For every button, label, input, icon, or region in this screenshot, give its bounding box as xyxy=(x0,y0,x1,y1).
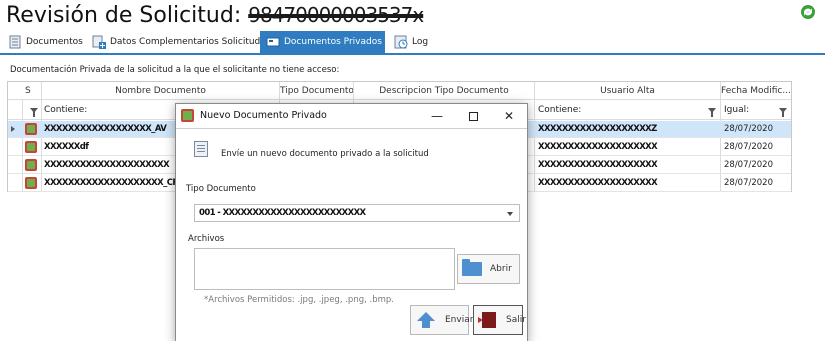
tipo-documento-value: 001 - XXXXXXXXXXXXXXXXXXXXXXXX xyxy=(199,208,366,218)
cell-fecha: 28/07/2020 xyxy=(724,160,773,170)
close-button[interactable]: ✕ xyxy=(494,106,524,126)
exit-door-icon xyxy=(478,312,496,328)
enviar-label: Enviar xyxy=(445,315,474,325)
app-icon xyxy=(25,159,37,171)
tab-underline xyxy=(0,53,825,55)
cell-fecha: 28/07/2020 xyxy=(724,178,773,188)
page-title-prefix: Revisión de Solicitud: xyxy=(6,3,242,28)
dialog-title: Nuevo Documento Privado xyxy=(200,110,327,121)
filter-funnel-icon[interactable] xyxy=(30,101,38,119)
tab-bar: Documentos Datos Complementarios Solicit… xyxy=(0,31,825,53)
page-title: Revisión de Solicitud: 98470000003537x xyxy=(6,1,424,30)
column-header-s[interactable]: S xyxy=(8,82,41,100)
app-icon xyxy=(25,123,37,135)
request-code: 98470000003537x xyxy=(248,3,424,27)
filter-usuario-funnel-icon[interactable] xyxy=(708,101,716,119)
tab-label: Documentos Privados xyxy=(284,37,382,47)
salir-button[interactable]: Salir xyxy=(473,305,526,335)
app-icon xyxy=(25,141,37,153)
filter-fecha-funnel-icon[interactable] xyxy=(779,101,787,119)
divider xyxy=(176,128,527,129)
document-list-icon xyxy=(9,35,21,49)
cell-fecha: 28/07/2020 xyxy=(724,124,773,134)
column-header-usuario[interactable]: Usuario Alta xyxy=(535,82,720,100)
folder-icon xyxy=(462,259,482,276)
column-header-nombre[interactable]: Nombre Documento xyxy=(42,82,279,100)
tab-label: Datos Complementarios Solicitud xyxy=(110,37,261,47)
tab-label: Documentos xyxy=(26,37,83,47)
document-add-icon xyxy=(92,35,106,49)
cell-usuario: XXXXXXXXXXXXXXXXXXXX xyxy=(538,160,658,170)
tipo-documento-select[interactable]: 001 - XXXXXXXXXXXXXXXXXXXXXXXX xyxy=(194,204,520,222)
tipo-documento-label: Tipo Documento xyxy=(186,184,256,194)
tab-datos-complementarios[interactable]: Datos Complementarios Solicitud xyxy=(86,31,266,53)
filter-fecha[interactable]: Igual: xyxy=(724,101,749,119)
upload-arrow-icon xyxy=(417,311,435,328)
cell-usuario: XXXXXXXXXXXXXXXXXXXZ xyxy=(538,124,657,134)
new-private-document-dialog: Nuevo Documento Privado — ✕ Envíe un nue… xyxy=(175,103,528,341)
abrir-button[interactable]: Abrir xyxy=(457,254,520,284)
tab-documentos-privados[interactable]: Documentos Privados xyxy=(260,31,385,53)
filter-nombre[interactable]: Contiene: xyxy=(44,101,87,119)
tab-label: Log xyxy=(412,37,429,47)
chevron-down-icon xyxy=(507,212,513,216)
enviar-button[interactable]: Enviar xyxy=(410,305,473,335)
maximize-button[interactable] xyxy=(458,106,488,126)
tab-documentos[interactable]: Documentos xyxy=(2,31,89,53)
minimize-button[interactable]: — xyxy=(422,106,452,126)
dialog-message: Envíe un nuevo documento privado a la so… xyxy=(221,149,429,159)
private-docs-description: Documentación Privada de la solicitud a … xyxy=(10,65,340,75)
document-icon xyxy=(194,141,208,157)
archivos-label: Archivos xyxy=(188,234,225,244)
tab-log[interactable]: Log xyxy=(388,31,434,53)
cell-usuario: XXXXXXXXXXXXXXXXXXXX xyxy=(538,142,658,152)
app-icon xyxy=(181,109,194,122)
column-header-descripcion[interactable]: Descripcion Tipo Documento xyxy=(354,82,534,100)
refresh-icon[interactable] xyxy=(799,3,817,21)
file-list[interactable] xyxy=(194,248,455,290)
private-document-icon xyxy=(266,37,280,47)
dialog-title-bar[interactable]: Nuevo Documento Privado — ✕ xyxy=(176,104,527,128)
cell-fecha: 28/07/2020 xyxy=(724,142,773,152)
column-header-fecha[interactable]: Fecha Modific... xyxy=(721,82,791,100)
column-header-tipo[interactable]: Tipo Documento xyxy=(280,82,353,100)
filter-usuario[interactable]: Contiene: xyxy=(538,101,581,119)
allowed-files-hint: *Archivos Permitidos: .jpg, .jpeg, .png,… xyxy=(204,295,394,305)
cell-usuario: XXXXXXXXXXXXXXXXXXXX xyxy=(538,178,658,188)
row-indicator-icon xyxy=(11,126,15,132)
maximize-icon xyxy=(468,112,478,121)
abrir-label: Abrir xyxy=(490,264,512,274)
app-icon xyxy=(25,177,37,189)
log-icon xyxy=(394,35,408,49)
salir-label: Salir xyxy=(506,315,526,325)
